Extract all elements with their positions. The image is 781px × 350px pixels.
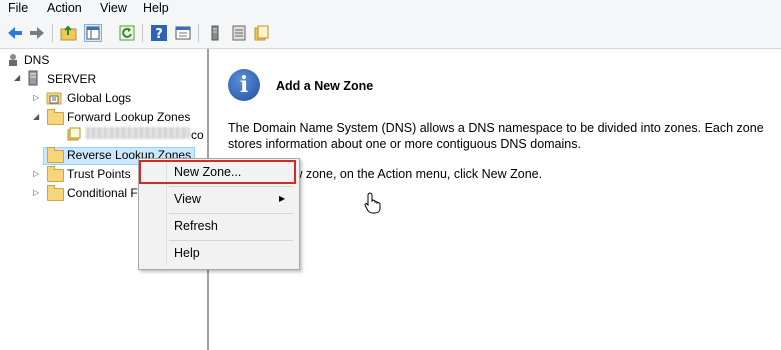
blurred-zone-name bbox=[86, 127, 190, 139]
zone-name-suffix: co bbox=[191, 128, 204, 142]
menu-action[interactable]: Action bbox=[47, 1, 82, 15]
list-icon[interactable] bbox=[230, 24, 248, 42]
expand-arrow-icon[interactable]: ◢ bbox=[14, 73, 20, 82]
console-tree-icon[interactable] bbox=[84, 24, 102, 42]
zone-icon[interactable] bbox=[252, 24, 270, 42]
toolbar: ? bbox=[0, 18, 781, 49]
collapsed-arrow-icon[interactable]: ▷ bbox=[33, 188, 39, 197]
expand-arrow-icon[interactable]: ◢ bbox=[33, 112, 39, 121]
submenu-arrow-icon: ▶ bbox=[279, 194, 286, 203]
folder-icon bbox=[47, 166, 64, 182]
log-folder-icon bbox=[46, 90, 62, 105]
tree-node-trust-points[interactable]: Trust Points bbox=[67, 165, 131, 183]
description-line-1: The Domain Name System (DNS) allows a DN… bbox=[228, 121, 764, 135]
menu-file[interactable]: File bbox=[8, 1, 28, 15]
context-menu-help[interactable]: Help bbox=[174, 243, 200, 263]
description-line-2: stores information about one or more con… bbox=[228, 137, 581, 151]
page-title: Add a New Zone bbox=[276, 79, 374, 93]
new-zone-highlight-box bbox=[139, 160, 296, 184]
forward-arrow-icon[interactable] bbox=[28, 24, 46, 42]
tree-node-conditional-forwarders[interactable]: Conditional F bbox=[67, 184, 138, 202]
collapsed-arrow-icon[interactable]: ▷ bbox=[33, 93, 39, 102]
server-node-icon bbox=[27, 70, 39, 86]
back-arrow-icon[interactable] bbox=[6, 24, 24, 42]
context-menu-refresh[interactable]: Refresh bbox=[174, 216, 218, 236]
folder-icon bbox=[47, 185, 64, 201]
folder-icon bbox=[47, 147, 64, 163]
info-icon: i bbox=[228, 69, 260, 101]
menu-view[interactable]: View bbox=[100, 1, 127, 15]
tree-node-forward-lookup-zones[interactable]: Forward Lookup Zones bbox=[67, 108, 190, 126]
collapsed-arrow-icon[interactable]: ▷ bbox=[33, 169, 39, 178]
help-icon[interactable]: ? bbox=[150, 24, 168, 42]
properties-icon[interactable] bbox=[174, 24, 192, 42]
svg-text:?: ? bbox=[155, 27, 163, 42]
hand-cursor-icon bbox=[364, 192, 382, 214]
tree-node-global-logs[interactable]: Global Logs bbox=[67, 89, 131, 107]
dns-root-icon bbox=[6, 53, 20, 67]
tree-node-server[interactable]: SERVER bbox=[47, 70, 96, 88]
tree-node-dns[interactable]: DNS bbox=[24, 51, 49, 69]
up-folder-icon[interactable] bbox=[60, 24, 78, 42]
server-icon[interactable] bbox=[206, 24, 224, 42]
menu-bar: File Action View Help bbox=[0, 0, 781, 18]
zone-file-icon bbox=[67, 127, 81, 141]
folder-icon bbox=[47, 109, 64, 125]
refresh-icon[interactable] bbox=[118, 24, 136, 42]
menu-help[interactable]: Help bbox=[143, 1, 169, 15]
context-menu-view[interactable]: View bbox=[174, 189, 201, 209]
